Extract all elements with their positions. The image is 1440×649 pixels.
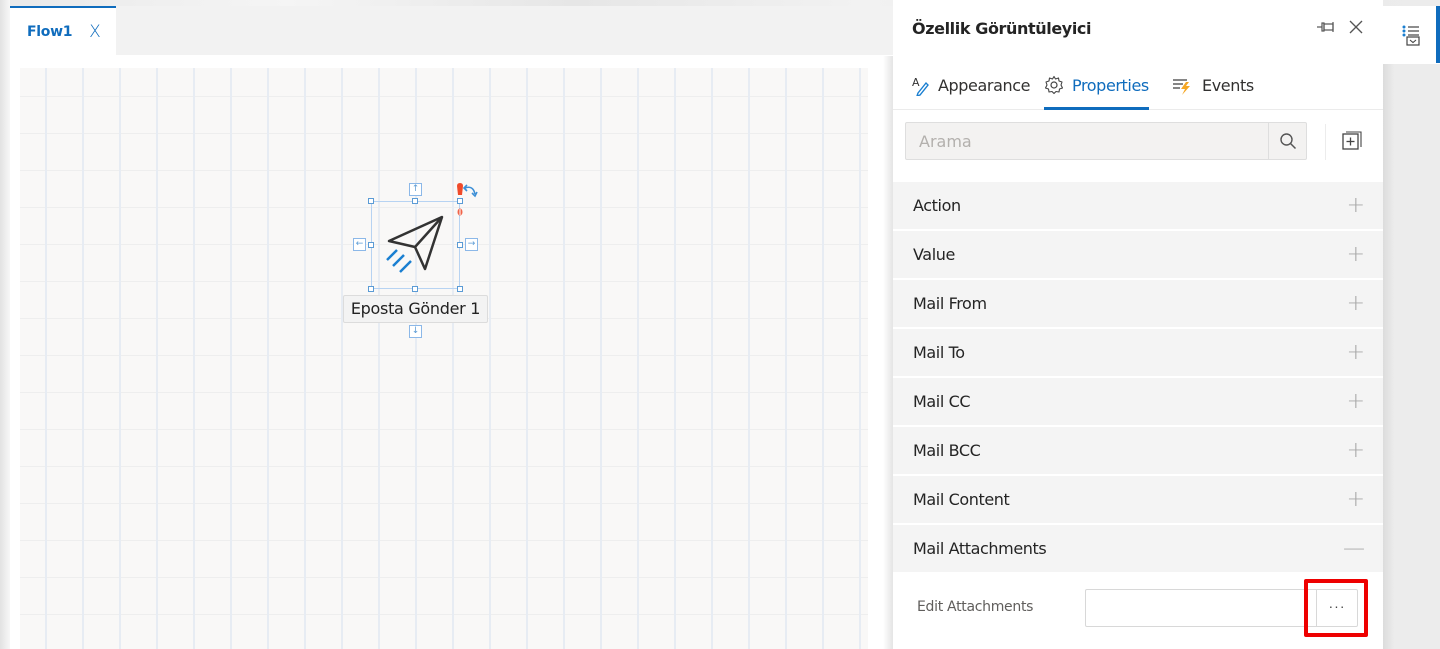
property-groups: Action + Value + Mail From + Mail To + M… (893, 182, 1383, 574)
connect-port-left-arrow-left-icon[interactable]: ← (353, 238, 366, 251)
tab-events[interactable]: Events (1172, 62, 1254, 109)
property-search (905, 122, 1307, 160)
group-label: Mail To (913, 343, 965, 362)
group-label: Mail From (913, 294, 987, 313)
edit-attachments-field: ··· (1085, 589, 1358, 627)
text-pen-icon: A (912, 76, 929, 96)
connect-port-bottom-arrow-down-icon[interactable]: ↓ (409, 325, 422, 338)
connect-port-top-arrow-up-icon[interactable]: ↑ (409, 183, 422, 196)
panel-title: Özellik Görüntüleyici (912, 19, 1092, 38)
tab-appearance[interactable]: A Appearance (912, 62, 1030, 109)
group-action[interactable]: Action + (893, 182, 1383, 231)
property-viewer-toggle-button[interactable] (1383, 6, 1440, 64)
resize-handle-e[interactable] (457, 242, 463, 248)
group-label: Action (913, 196, 961, 215)
edit-attachments-label: Edit Attachments (917, 599, 1034, 615)
edit-attachments-row: Edit Attachments ··· (893, 575, 1383, 649)
pin-icon[interactable] (1317, 19, 1335, 35)
search-input[interactable] (906, 123, 1268, 159)
document-tab-title: Flow1 (27, 24, 73, 40)
group-mail-cc[interactable]: Mail CC + (893, 378, 1383, 427)
resize-handle-n[interactable] (412, 198, 418, 204)
resize-handle-w[interactable] (368, 242, 374, 248)
group-label: Mail CC (913, 392, 971, 411)
group-mail-to[interactable]: Mail To + (893, 329, 1383, 378)
side-toolbar (1383, 6, 1440, 649)
expand-plus-icon[interactable]: + (1347, 390, 1365, 413)
lightning-list-icon (1173, 78, 1190, 95)
tab-properties-label: Properties (1072, 75, 1149, 95)
toolbar-divider (1325, 124, 1326, 160)
expand-plus-icon[interactable]: + (1347, 194, 1365, 217)
collapse-minus-icon[interactable]: — (1343, 537, 1365, 560)
canvas-right-shadow (868, 56, 893, 649)
group-label: Mail Content (913, 490, 1010, 509)
group-label: Mail BCC (913, 441, 981, 460)
resize-handle-s[interactable] (412, 286, 418, 292)
tab-properties[interactable]: Properties (1044, 62, 1149, 110)
group-mail-content[interactable]: Mail Content + (893, 476, 1383, 525)
property-list-icon (1402, 25, 1420, 46)
group-mail-attachments[interactable]: Mail Attachments — (893, 525, 1383, 574)
paper-plane-send-icon[interactable] (385, 213, 447, 275)
connect-port-right-arrow-right-icon[interactable]: → (465, 238, 478, 251)
rotate-handle-icon[interactable] (455, 183, 479, 217)
resize-handle-nw[interactable] (368, 198, 374, 204)
resize-handle-sw[interactable] (368, 286, 374, 292)
group-label: Mail Attachments (913, 539, 1047, 558)
flow-canvas[interactable] (20, 68, 868, 649)
panel-tabs: A Appearance Properties Events (893, 62, 1383, 110)
group-mail-bcc[interactable]: Mail BCC + (893, 427, 1383, 476)
search-button[interactable] (1268, 123, 1306, 159)
document-tab-strip (10, 6, 893, 55)
ellipsis-button[interactable]: ··· (1316, 590, 1357, 626)
tab-events-label: Events (1202, 76, 1254, 95)
tab-appearance-label: Appearance (938, 76, 1031, 95)
expand-plus-icon[interactable]: + (1347, 243, 1365, 266)
node-label[interactable]: Eposta Gönder 1 (343, 295, 488, 323)
expand-plus-icon[interactable]: + (1347, 439, 1365, 462)
close-icon[interactable] (1348, 19, 1364, 35)
resize-handle-se[interactable] (457, 286, 463, 292)
property-viewer-panel: Özellik Görüntüleyici A Appearance Prope… (893, 0, 1383, 649)
group-value[interactable]: Value + (893, 231, 1383, 280)
search-icon (1279, 133, 1296, 150)
expand-plus-icon[interactable]: + (1347, 488, 1365, 511)
group-mail-from[interactable]: Mail From + (893, 280, 1383, 329)
edit-attachments-input[interactable] (1086, 590, 1316, 626)
expand-plus-icon[interactable]: + (1347, 292, 1365, 315)
left-shadow (0, 0, 10, 649)
expand-all-icon[interactable] (1342, 131, 1362, 151)
group-label: Value (913, 245, 955, 264)
gear-icon (1044, 75, 1064, 95)
document-tab-flow1[interactable]: Flow1 X (10, 6, 116, 56)
expand-plus-icon[interactable]: + (1347, 341, 1365, 364)
svg-text:A: A (912, 76, 920, 89)
close-icon[interactable]: X (89, 23, 101, 41)
active-indicator (1436, 6, 1440, 63)
